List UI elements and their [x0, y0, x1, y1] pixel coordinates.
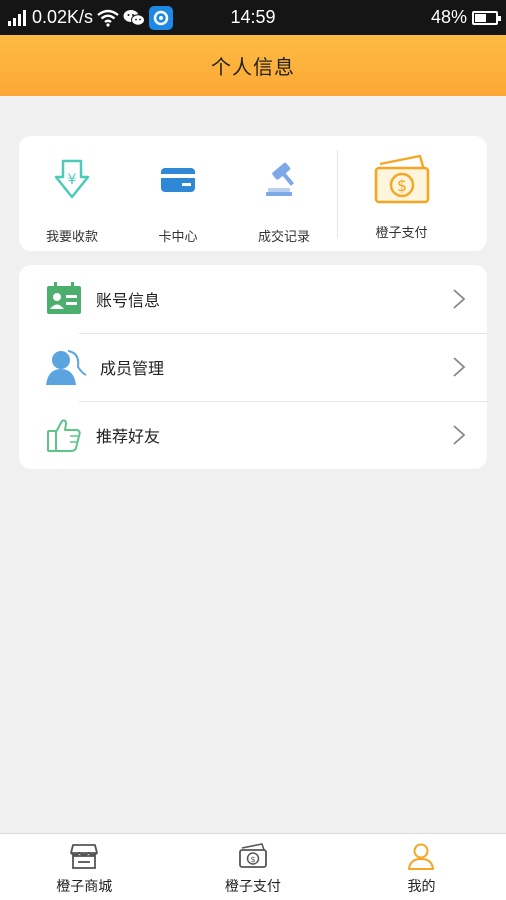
header: 个人信息 — [0, 35, 506, 96]
chevron-right-icon — [453, 425, 466, 445]
tab-orange-pay[interactable]: $ 橙子支付 — [169, 834, 338, 900]
status-bar: 0.02K/s 14:59 48% — [0, 0, 506, 35]
card-icon — [148, 154, 208, 206]
chevron-right-icon — [453, 357, 466, 377]
page-title: 个人信息 — [211, 55, 295, 79]
quick-action-label: 橙子支付 — [375, 226, 428, 241]
money-icon: $ — [238, 842, 268, 870]
quick-action-receive[interactable]: ¥ 我要收款 — [19, 136, 125, 251]
quick-action-label: 我要收款 — [45, 230, 98, 245]
quick-actions-card: ¥ 我要收款 卡中心 成交记录 $ 橙子支付 — [19, 136, 487, 251]
quick-action-card-center[interactable]: 卡中心 — [125, 136, 231, 251]
menu-item-label: 账号信息 — [96, 291, 161, 310]
member-icon — [44, 347, 88, 387]
quick-action-orange-pay[interactable]: $ 橙子支付 — [337, 150, 465, 241]
menu-card: 账号信息 成员管理 推荐好友 — [19, 265, 487, 469]
user-icon — [406, 842, 436, 870]
quick-action-label: 成交记录 — [257, 230, 310, 245]
menu-item-member-management[interactable]: 成员管理 — [19, 333, 487, 401]
gavel-icon — [254, 154, 314, 206]
svg-text:$: $ — [250, 855, 255, 864]
tab-mine[interactable]: 我的 — [337, 834, 506, 900]
tab-label: 橙子支付 — [224, 879, 281, 895]
chevron-right-icon — [453, 289, 466, 309]
menu-item-recommend-friends[interactable]: 推荐好友 — [19, 401, 487, 469]
tab-orange-mall[interactable]: 橙子商城 — [0, 834, 169, 900]
svg-text:$: $ — [396, 176, 406, 195]
tab-bar: 橙子商城 $ 橙子支付 我的 — [0, 833, 506, 900]
menu-item-label: 推荐好友 — [96, 427, 161, 446]
svg-text:¥: ¥ — [68, 172, 77, 188]
receive-payment-icon: ¥ — [42, 154, 102, 206]
tab-label: 我的 — [407, 879, 436, 895]
money-icon: $ — [370, 154, 434, 206]
quick-action-label: 卡中心 — [158, 230, 198, 245]
store-icon — [69, 842, 99, 870]
id-card-icon — [44, 279, 84, 319]
battery-icon — [472, 10, 501, 25]
thumb-up-icon — [44, 415, 84, 455]
menu-item-label: 成员管理 — [100, 359, 165, 378]
battery-percent: 48% — [430, 7, 467, 27]
tab-label: 橙子商城 — [56, 879, 113, 895]
quick-action-transactions[interactable]: 成交记录 — [231, 136, 337, 251]
menu-item-account-info[interactable]: 账号信息 — [19, 265, 487, 333]
